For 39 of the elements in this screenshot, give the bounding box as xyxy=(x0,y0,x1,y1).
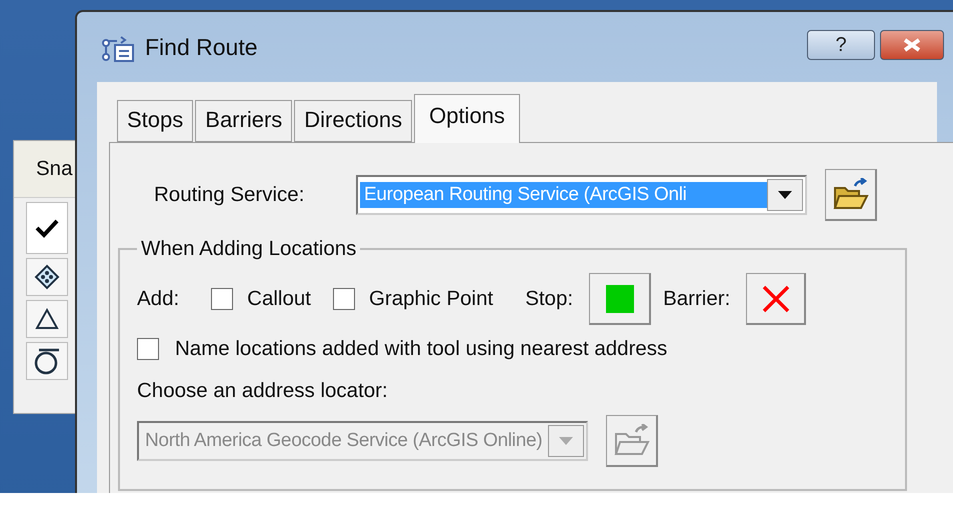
tab[interactable]: Barriers xyxy=(195,100,292,142)
checkbox-label: Callout xyxy=(247,287,311,311)
browse-button[interactable] xyxy=(606,415,658,467)
open-folder-icon xyxy=(614,424,650,458)
stop-symbol-button[interactable] xyxy=(589,273,652,325)
stop-label: Stop: xyxy=(525,287,574,311)
diamond-snap-icon xyxy=(34,264,60,290)
barrier-label: Barrier: xyxy=(663,287,730,311)
checkbox[interactable] xyxy=(137,338,159,360)
close-button[interactable] xyxy=(880,30,944,60)
checkbox[interactable] xyxy=(332,288,355,310)
snap-type-button[interactable] xyxy=(26,300,68,338)
locator-label: Choose an address locator: xyxy=(137,379,389,403)
close-icon xyxy=(902,38,922,52)
triangle-snap-icon xyxy=(34,307,60,331)
tab[interactable]: Stops xyxy=(117,100,194,142)
open-folder-icon xyxy=(832,178,868,212)
snap-type-button[interactable] xyxy=(26,342,68,380)
checkmark-icon xyxy=(35,218,59,238)
help-button[interactable]: ? xyxy=(807,30,875,60)
snap-checkbox[interactable] xyxy=(26,202,68,254)
tab[interactable]: Options xyxy=(414,94,520,143)
window-title: Find Route xyxy=(145,34,258,60)
snap-type-button[interactable] xyxy=(26,258,68,296)
add-label: Add: xyxy=(137,287,180,311)
routing-service-label: Routing Service: xyxy=(154,183,306,207)
barrier-symbol-button[interactable] xyxy=(746,273,806,325)
browse-button[interactable] xyxy=(825,169,877,221)
cross-icon xyxy=(760,284,791,314)
checkbox-label: Name locations added with tool using nearest address xyxy=(175,337,668,361)
stop-symbol-swatch xyxy=(606,284,634,312)
checkbox-label: Graphic Point xyxy=(368,287,494,311)
group-title: When Adding Locations xyxy=(140,237,358,261)
circle-snap-icon xyxy=(33,346,61,376)
tab[interactable]: Directions xyxy=(294,100,412,142)
combo-value: North America Geocode Service (ArcGIS Online) xyxy=(144,429,544,453)
snapping-title: Sna xyxy=(36,157,72,181)
combo-value: European Routing Service (ArcGIS Onli xyxy=(360,182,767,208)
checkbox[interactable] xyxy=(211,288,234,310)
